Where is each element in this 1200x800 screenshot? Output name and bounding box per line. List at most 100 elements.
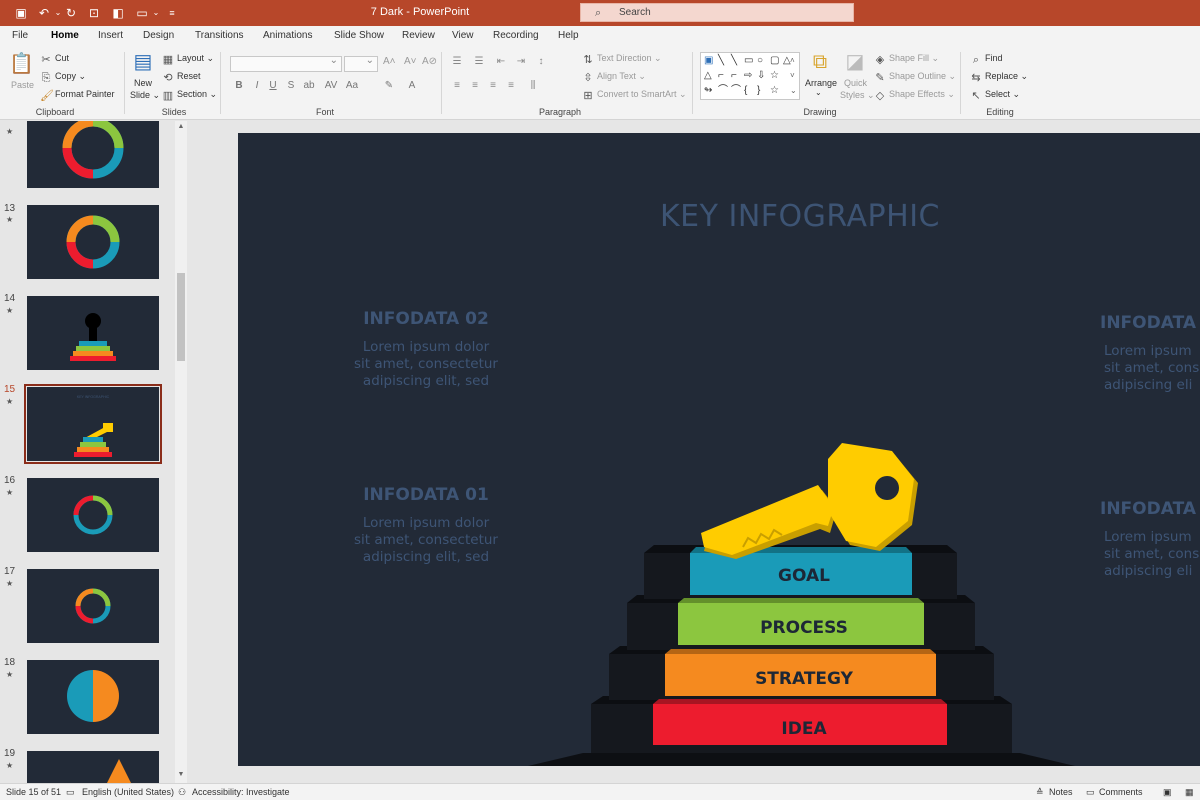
arc-shape-icon[interactable]: ⌒ — [731, 86, 741, 96]
convert-smartart-button[interactable]: ⊞ Convert to SmartArt ⌄ — [582, 89, 686, 102]
tab-design[interactable]: Design — [143, 30, 174, 41]
line2-shape-icon[interactable]: ╲ — [731, 56, 737, 66]
accessibility-status[interactable]: Accessibility: Investigate — [192, 787, 290, 797]
slide-thumbnail-12[interactable] — [27, 121, 159, 188]
shape-fill-button[interactable]: ◈ Shape Fill ⌄ — [874, 53, 939, 66]
tab-review[interactable]: Review — [402, 30, 435, 41]
tab-help[interactable]: Help — [558, 30, 579, 41]
rounded-rect-shape-icon[interactable]: ▢ — [770, 56, 779, 66]
customize-toolbar-icon[interactable]: ≡ — [164, 5, 180, 21]
search-box[interactable]: ⌕ Search — [580, 3, 854, 22]
increase-indent-icon[interactable]: ⇥ — [514, 56, 528, 67]
new-slide-icon[interactable]: ▤ — [131, 50, 155, 74]
arrow2-shape-icon[interactable]: ⇩ — [757, 71, 765, 81]
reset-button[interactable]: ⟲ Reset — [162, 71, 200, 84]
tab-recording[interactable]: Recording — [493, 30, 539, 41]
slide-thumbnail-13[interactable] — [27, 205, 159, 279]
shape-outline-button[interactable]: ✎ Shape Outline ⌄ — [874, 71, 956, 84]
tab-animations[interactable]: Animations — [263, 30, 312, 41]
decrease-indent-icon[interactable]: ⇤ — [494, 56, 508, 67]
shapes-gallery[interactable]: ▣ ╲ ╲ ▭ ○ ▢ △ △ ⌐ ⌐ ⇨ ⇩ ☆ ↬ ⌒ ⌒ { } ☆ ˄ … — [700, 52, 800, 100]
key-icon[interactable] — [701, 443, 918, 559]
layout-button[interactable]: ▦ Layout ⌄ — [162, 53, 214, 66]
arrange-button[interactable]: Arrange — [805, 78, 837, 88]
oval-shape-icon[interactable]: ○ — [757, 56, 763, 66]
paste-icon[interactable]: 📋 — [9, 52, 34, 76]
slide-thumbnail-15[interactable]: KEY INFOGRAPHIC — [24, 384, 162, 464]
align-right-icon[interactable]: ≡ — [486, 80, 500, 91]
quick-styles-label-1[interactable]: Quick — [844, 78, 867, 88]
brace-shape-icon[interactable]: { — [744, 86, 747, 96]
underline-icon[interactable]: U — [266, 80, 280, 91]
format-painter-button[interactable]: 🖌Format Painter — [40, 89, 115, 102]
rect-shape-icon[interactable]: ▭ — [744, 56, 753, 66]
slide-thumbnail-17[interactable] — [27, 569, 159, 643]
arrange-dropdown-icon[interactable]: ⌄ — [815, 88, 822, 97]
tab-home[interactable]: Home — [49, 30, 81, 48]
key-staircase-graphic[interactable]: GOAL PROCESS STRATEGY IDEA — [238, 133, 1200, 766]
replace-button[interactable]: ⇆ Replace ⌄ — [970, 71, 1028, 84]
select-button[interactable]: ↖ Select ⌄ — [970, 89, 1020, 102]
font-color-icon[interactable]: A — [405, 80, 419, 91]
connector2-shape-icon[interactable]: ⌐ — [731, 71, 737, 81]
arrange-icon[interactable]: ⧉ — [808, 50, 832, 74]
notes-button[interactable]: Notes — [1049, 787, 1073, 797]
cut-button[interactable]: ✂ Cut — [40, 53, 69, 66]
gallery-more-icon[interactable]: ⌄ — [790, 86, 797, 96]
format-icon[interactable]: ◧ — [110, 5, 126, 21]
section-button[interactable]: ▥ Section ⌄ — [162, 89, 217, 102]
shape-effects-button[interactable]: ◇ Shape Effects ⌄ — [874, 89, 955, 102]
shape-dropdown-icon[interactable]: ⌄ — [148, 5, 164, 21]
quick-styles-icon[interactable]: ◪ — [843, 50, 867, 74]
shrink-font-icon[interactable]: A˅ — [404, 56, 417, 67]
accessibility-icon[interactable]: ⚇ — [178, 787, 186, 798]
shadow-icon[interactable]: ab — [302, 80, 316, 91]
slide-thumbnail-14[interactable] — [27, 296, 159, 370]
new-slide-label-1[interactable]: New — [134, 78, 152, 88]
save-icon[interactable]: ▣ — [13, 5, 29, 21]
tab-file[interactable]: File — [12, 30, 28, 41]
tab-view[interactable]: View — [452, 30, 474, 41]
align-text-button[interactable]: ⇳ Align Text ⌄ — [582, 71, 646, 84]
tab-transitions[interactable]: Transitions — [195, 30, 244, 41]
star-shape-icon[interactable]: ☆ — [770, 71, 779, 81]
language-status[interactable]: English (United States) — [82, 787, 174, 797]
slide-thumbnail-19[interactable] — [27, 751, 159, 783]
slide-canvas[interactable]: KEY INFOGRAPHIC INFODATA 02 Lorem ipsum … — [238, 133, 1200, 766]
connector-shape-icon[interactable]: ⌐ — [718, 71, 724, 81]
line-spacing-icon[interactable]: ↕ — [534, 56, 548, 67]
freeform-shape-icon[interactable]: ⌒ — [718, 86, 728, 96]
quick-styles-label-2[interactable]: Styles ⌄ — [840, 90, 875, 101]
bold-icon[interactable]: B — [232, 80, 246, 91]
sorter-view-icon[interactable]: ▦ — [1185, 787, 1194, 798]
scroll-down-icon[interactable]: ▼ — [175, 771, 187, 778]
triangle2-shape-icon[interactable]: △ — [704, 71, 712, 81]
font-size-select[interactable] — [344, 55, 378, 72]
comments-icon[interactable]: ▭ — [1086, 787, 1095, 798]
justify-icon[interactable]: ≡ — [504, 80, 518, 91]
italic-icon[interactable]: I — [250, 80, 264, 91]
align-center-icon[interactable]: ≡ — [468, 80, 482, 91]
normal-view-icon[interactable]: ▣ — [1163, 787, 1172, 798]
clear-format-icon[interactable]: A⊘ — [422, 56, 437, 67]
font-family-select[interactable] — [230, 55, 342, 72]
columns-icon[interactable]: ⫼ — [526, 80, 540, 91]
new-slide-label-2[interactable]: Slide ⌄ — [130, 90, 160, 101]
arrow-shape-icon[interactable]: ⇨ — [744, 71, 752, 81]
tab-insert[interactable]: Insert — [98, 30, 123, 41]
line-shape-icon[interactable]: ╲ — [718, 56, 724, 66]
slide-thumbnail-18[interactable] — [27, 660, 159, 734]
textbox-shape-icon[interactable]: ▣ — [704, 56, 713, 66]
notes-icon[interactable]: ≙ — [1036, 787, 1044, 798]
grow-font-icon[interactable]: A˄ — [383, 56, 396, 67]
copy-button[interactable]: ⎘ Copy ⌄ — [40, 71, 86, 84]
bullets-icon[interactable]: ☰ — [450, 56, 464, 67]
find-button[interactable]: ⌕ Find — [970, 53, 1003, 66]
tab-slide-show[interactable]: Slide Show — [334, 30, 384, 41]
present-icon[interactable]: ⊡ — [86, 5, 102, 21]
star2-shape-icon[interactable]: ☆ — [770, 86, 779, 96]
curve-shape-icon[interactable]: ↬ — [704, 86, 712, 96]
brace2-shape-icon[interactable]: } — [757, 86, 760, 96]
scrollbar-thumb[interactable] — [177, 273, 185, 361]
highlight-icon[interactable]: ✎ — [382, 80, 396, 91]
